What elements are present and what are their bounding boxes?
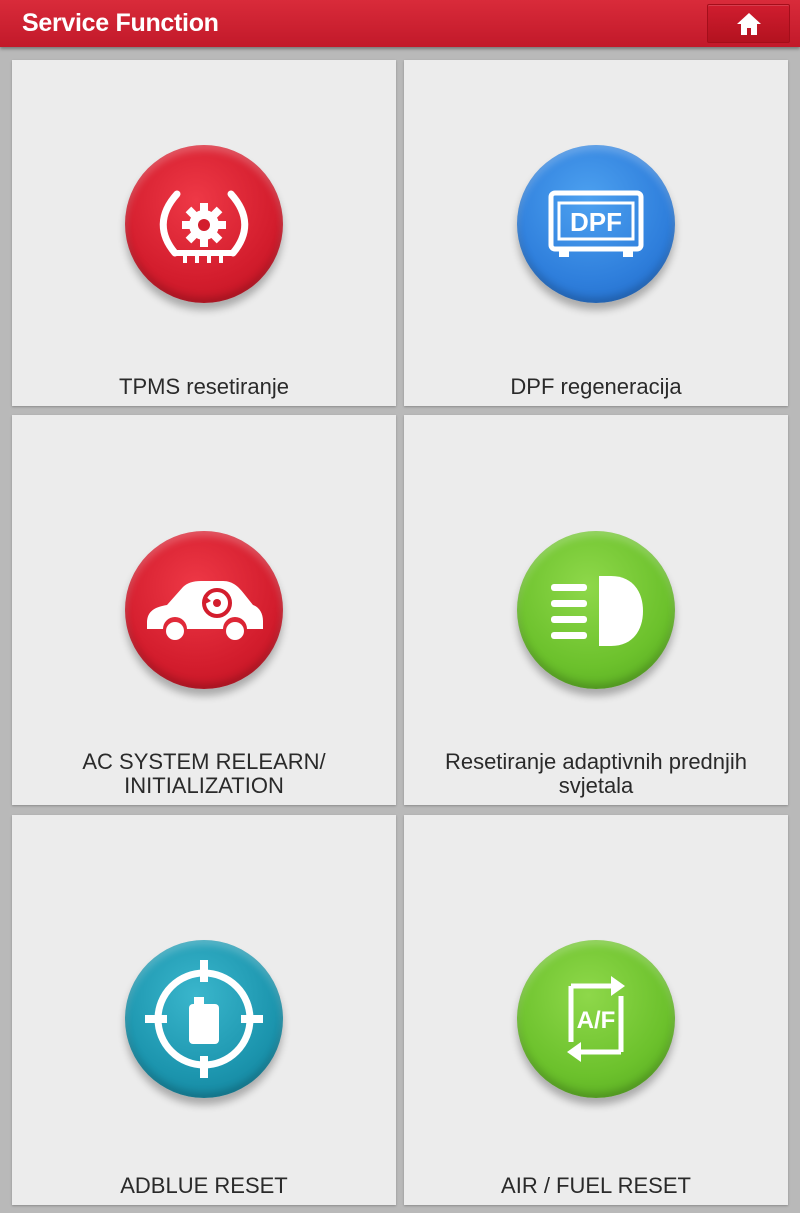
tile-label: AC SYSTEM RELEARN/ INITIALIZATION [82, 749, 326, 798]
home-icon [736, 12, 762, 36]
home-button[interactable] [707, 4, 790, 43]
page-title: Service Function [22, 9, 219, 37]
tile-dpf-regeneration[interactable]: DPF DPF regeneracija [404, 60, 788, 406]
tpms-gear-icon [125, 145, 283, 303]
tile-label: TPMS resetiranje [119, 374, 289, 399]
headlight-icon [517, 531, 675, 689]
dpf-icon: DPF [517, 145, 675, 303]
tile-tpms-reset[interactable]: TPMS resetiranje [12, 60, 396, 406]
car-relearn-icon [125, 531, 283, 689]
dpf-icon-text: DPF [570, 207, 622, 237]
tile-label: ADBLUE RESET [120, 1173, 288, 1198]
tile-adaptive-headlight-reset[interactable]: Resetiranje adaptivnih prednjih svjetala [404, 415, 788, 805]
air-fuel-icon: A/F [517, 940, 675, 1098]
tile-ac-system-relearn[interactable]: AC SYSTEM RELEARN/ INITIALIZATION [12, 415, 396, 805]
adblue-target-icon [125, 940, 283, 1098]
tile-air-fuel-reset[interactable]: A/F AIR / FUEL RESET [404, 815, 788, 1205]
tile-label: Resetiranje adaptivnih prednjih svjetala [444, 749, 748, 798]
tile-label: DPF regeneracija [510, 374, 682, 399]
air-fuel-icon-text: A/F [577, 1007, 616, 1034]
tile-adblue-reset[interactable]: ADBLUE RESET [12, 815, 396, 1205]
tile-label: AIR / FUEL RESET [501, 1173, 691, 1198]
title-bar: Service Function [0, 0, 800, 47]
